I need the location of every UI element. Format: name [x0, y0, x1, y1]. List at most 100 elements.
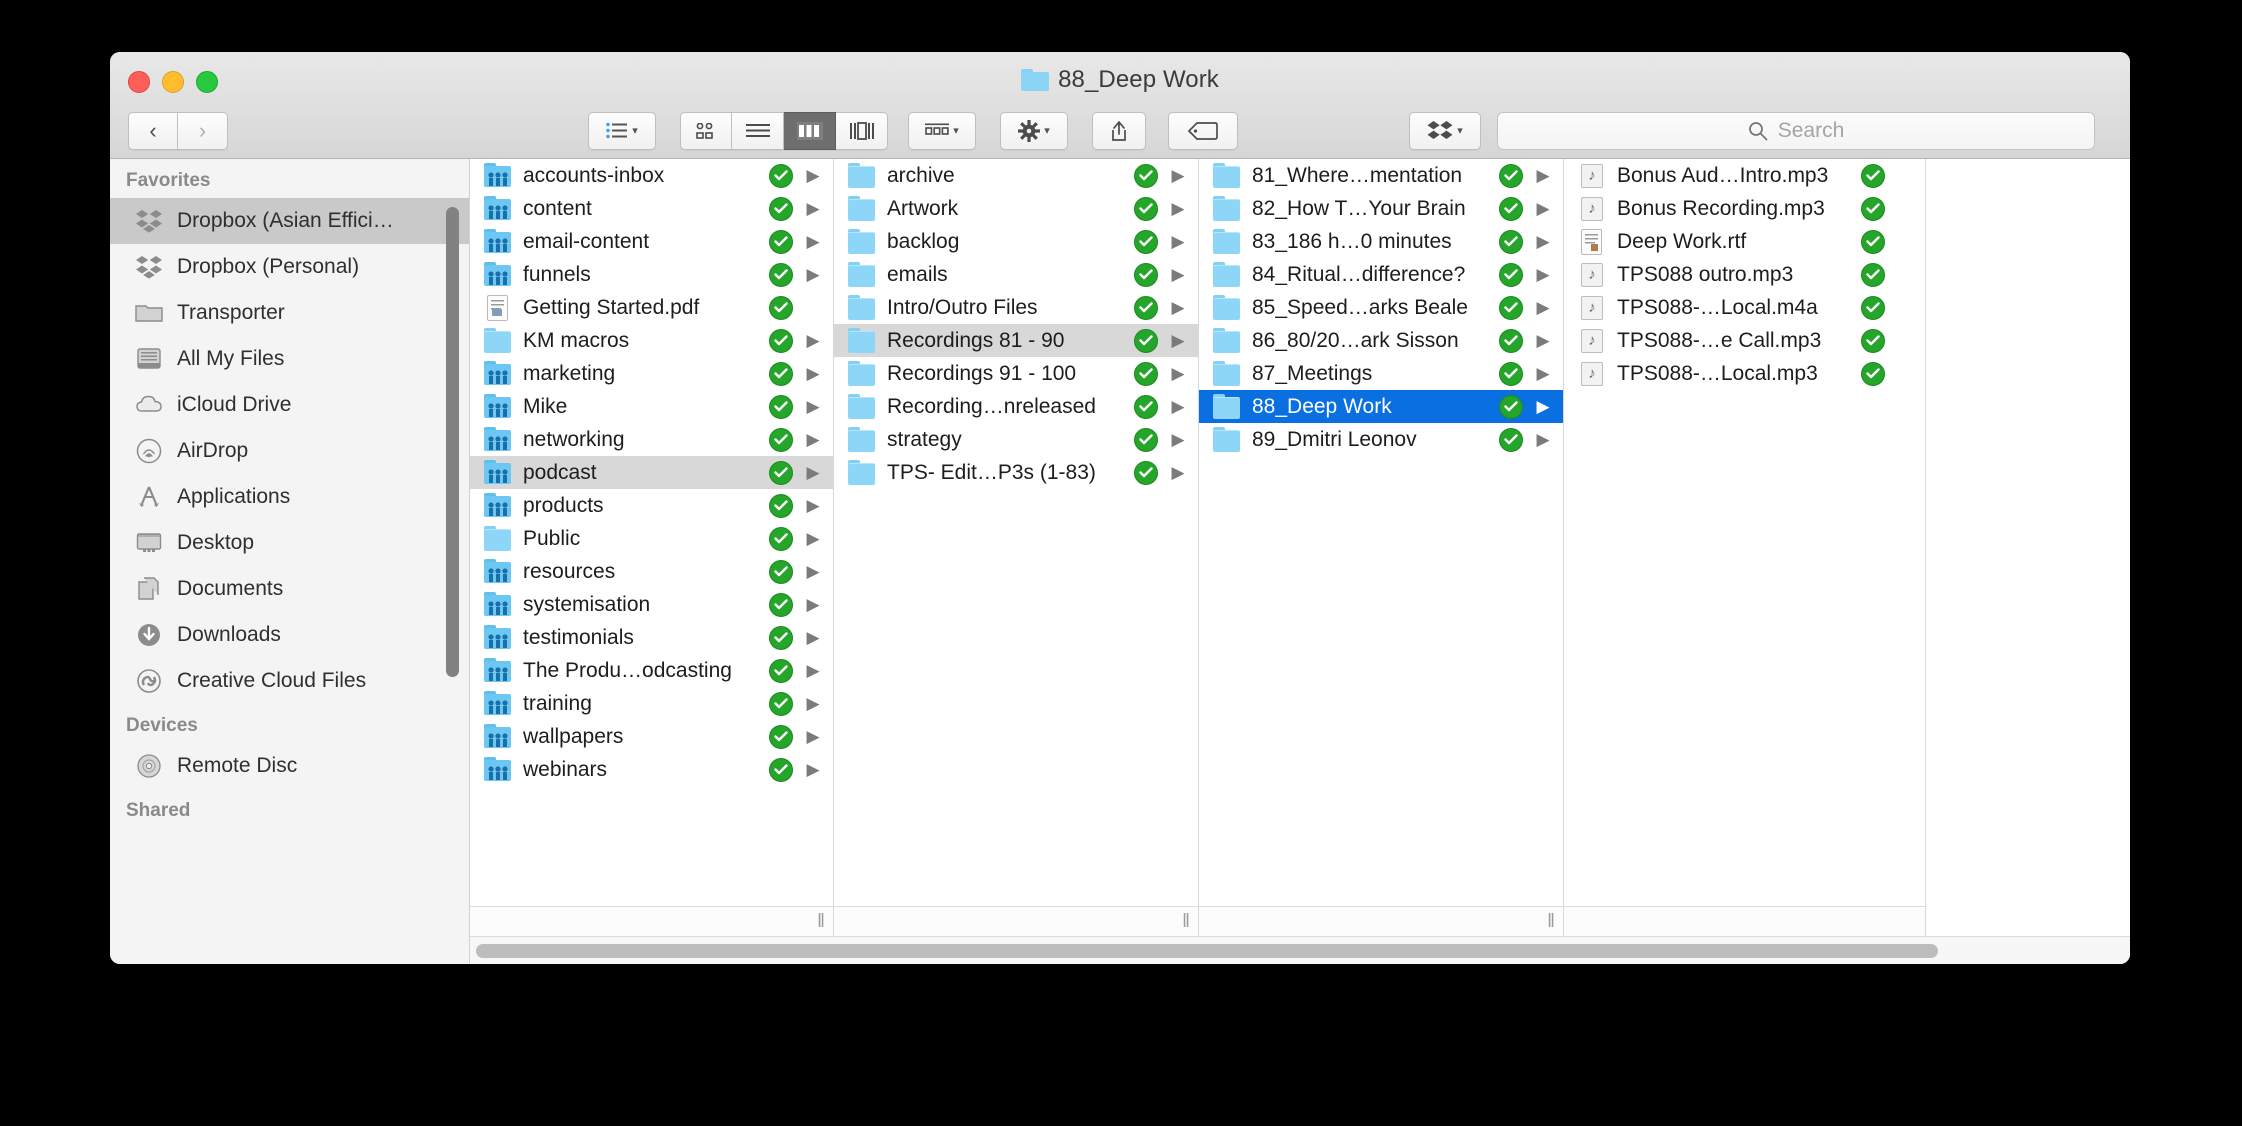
- disclosure-arrow-icon[interactable]: ▶: [1168, 431, 1188, 448]
- sidebar-item-applications[interactable]: Applications: [110, 474, 469, 520]
- file-row[interactable]: ♪ TPS088-…e Call.mp3: [1564, 324, 1925, 357]
- disclosure-arrow-icon[interactable]: ▶: [1533, 233, 1553, 250]
- sidebar-item-documents[interactable]: Documents: [110, 566, 469, 612]
- sidebar-item-airdrop[interactable]: AirDrop: [110, 428, 469, 474]
- file-row[interactable]: accounts-inbox ▶: [470, 159, 833, 192]
- file-row[interactable]: Recordings 81 - 90 ▶: [834, 324, 1198, 357]
- disclosure-arrow-icon[interactable]: ▶: [803, 563, 823, 580]
- file-row[interactable]: KM macros ▶: [470, 324, 833, 357]
- gallery-view-button[interactable]: [836, 111, 888, 150]
- disclosure-arrow-icon[interactable]: ▶: [803, 497, 823, 514]
- file-row[interactable]: webinars ▶: [470, 753, 833, 786]
- disclosure-arrow-icon[interactable]: ▶: [1533, 332, 1553, 349]
- disclosure-arrow-icon[interactable]: ▶: [803, 233, 823, 250]
- disclosure-arrow-icon[interactable]: ▶: [1168, 398, 1188, 415]
- file-row[interactable]: Deep Work.rtf: [1564, 225, 1925, 258]
- file-row[interactable]: podcast ▶: [470, 456, 833, 489]
- list-view-button[interactable]: [732, 111, 784, 150]
- disclosure-arrow-icon[interactable]: ▶: [803, 431, 823, 448]
- file-row[interactable]: wallpapers ▶: [470, 720, 833, 753]
- disclosure-arrow-icon[interactable]: ▶: [1168, 299, 1188, 316]
- disclosure-arrow-icon[interactable]: ▶: [1533, 200, 1553, 217]
- file-row[interactable]: TPS- Edit…P3s (1-83) ▶: [834, 456, 1198, 489]
- file-row[interactable]: backlog ▶: [834, 225, 1198, 258]
- disclosure-arrow-icon[interactable]: ▶: [1168, 266, 1188, 283]
- disclosure-arrow-icon[interactable]: ▶: [803, 530, 823, 547]
- file-row[interactable]: 83_186 h…0 minutes ▶: [1199, 225, 1563, 258]
- disclosure-arrow-icon[interactable]: ▶: [803, 365, 823, 382]
- file-row[interactable]: 81_Where…mentation ▶: [1199, 159, 1563, 192]
- back-button[interactable]: ‹: [128, 111, 178, 150]
- disclosure-arrow-icon[interactable]: ▶: [803, 728, 823, 745]
- search-field[interactable]: Search: [1497, 111, 2095, 150]
- disclosure-arrow-icon[interactable]: ▶: [1533, 365, 1553, 382]
- disclosure-arrow-icon[interactable]: ▶: [803, 398, 823, 415]
- disclosure-arrow-icon[interactable]: ▶: [1533, 299, 1553, 316]
- disclosure-arrow-icon[interactable]: ▶: [803, 596, 823, 613]
- file-row[interactable]: ♪ TPS088-…Local.mp3: [1564, 357, 1925, 390]
- disclosure-arrow-icon[interactable]: ▶: [1168, 167, 1188, 184]
- sidebar-item-transporter[interactable]: Transporter: [110, 290, 469, 336]
- file-row[interactable]: Recordings 91 - 100 ▶: [834, 357, 1198, 390]
- file-row[interactable]: 89_Dmitri Leonov ▶: [1199, 423, 1563, 456]
- file-row[interactable]: Intro/Outro Files ▶: [834, 291, 1198, 324]
- dropbox-button[interactable]: ▾: [1409, 111, 1481, 150]
- disclosure-arrow-icon[interactable]: ▶: [1168, 464, 1188, 481]
- disclosure-arrow-icon[interactable]: ▶: [803, 695, 823, 712]
- disclosure-arrow-icon[interactable]: ▶: [803, 167, 823, 184]
- sidebar-item-dropbox-personal[interactable]: Dropbox (Personal): [110, 244, 469, 290]
- file-row[interactable]: 84_Ritual…difference? ▶: [1199, 258, 1563, 291]
- file-row[interactable]: The Produ…odcasting ▶: [470, 654, 833, 687]
- file-row[interactable]: 87_Meetings ▶: [1199, 357, 1563, 390]
- file-row[interactable]: 85_Speed…arks Beale ▶: [1199, 291, 1563, 324]
- file-row[interactable]: networking ▶: [470, 423, 833, 456]
- sidebar-scrollbar[interactable]: [446, 207, 459, 677]
- column-view-button[interactable]: [784, 111, 836, 150]
- file-row[interactable]: testimonials ▶: [470, 621, 833, 654]
- sidebar-item-icloud-drive[interactable]: iCloud Drive: [110, 382, 469, 428]
- horizontal-scrollbar-thumb[interactable]: [476, 943, 1938, 958]
- disclosure-arrow-icon[interactable]: ▶: [1168, 332, 1188, 349]
- icon-view-button[interactable]: [680, 111, 732, 150]
- disclosure-arrow-icon[interactable]: ▶: [803, 464, 823, 481]
- disclosure-arrow-icon[interactable]: ▶: [1533, 431, 1553, 448]
- file-row[interactable]: strategy ▶: [834, 423, 1198, 456]
- file-row[interactable]: ♪ Bonus Aud…Intro.mp3: [1564, 159, 1925, 192]
- column-resize-handle[interactable]: ‖: [817, 912, 829, 931]
- disclosure-arrow-icon[interactable]: ▶: [1168, 365, 1188, 382]
- file-row[interactable]: systemisation ▶: [470, 588, 833, 621]
- file-row[interactable]: ♪ Bonus Recording.mp3: [1564, 192, 1925, 225]
- disclosure-arrow-icon[interactable]: ▶: [803, 200, 823, 217]
- file-row[interactable]: ♪ TPS088-…Local.m4a: [1564, 291, 1925, 324]
- file-row[interactable]: Recording…nreleased ▶: [834, 390, 1198, 423]
- file-row[interactable]: 86_80/20…ark Sisson ▶: [1199, 324, 1563, 357]
- horizontal-scrollbar[interactable]: [470, 936, 2130, 964]
- disclosure-arrow-icon[interactable]: ▶: [1533, 167, 1553, 184]
- file-row[interactable]: Getting Started.pdf: [470, 291, 833, 324]
- file-row[interactable]: emails ▶: [834, 258, 1198, 291]
- disclosure-arrow-icon[interactable]: ▶: [1168, 200, 1188, 217]
- file-row[interactable]: marketing ▶: [470, 357, 833, 390]
- disclosure-arrow-icon[interactable]: ▶: [803, 332, 823, 349]
- file-row[interactable]: training ▶: [470, 687, 833, 720]
- file-row[interactable]: archive ▶: [834, 159, 1198, 192]
- arrange-button[interactable]: ▾: [588, 111, 656, 150]
- file-row[interactable]: ♪ TPS088 outro.mp3: [1564, 258, 1925, 291]
- column-resize-handle[interactable]: ‖: [1547, 912, 1559, 931]
- sidebar-item-desktop[interactable]: Desktop: [110, 520, 469, 566]
- file-row[interactable]: 88_Deep Work ▶: [1199, 390, 1563, 423]
- file-row[interactable]: products ▶: [470, 489, 833, 522]
- tag-button[interactable]: [1168, 111, 1238, 150]
- sidebar-item-downloads[interactable]: Downloads: [110, 612, 469, 658]
- file-row[interactable]: content ▶: [470, 192, 833, 225]
- disclosure-arrow-icon[interactable]: ▶: [1533, 266, 1553, 283]
- group-button[interactable]: ▾: [908, 111, 976, 150]
- disclosure-arrow-icon[interactable]: ▶: [803, 629, 823, 646]
- sidebar-item-creative-cloud-files[interactable]: Creative Cloud Files: [110, 658, 469, 704]
- disclosure-arrow-icon[interactable]: ▶: [803, 761, 823, 778]
- disclosure-arrow-icon[interactable]: ▶: [1533, 398, 1553, 415]
- file-row[interactable]: Artwork ▶: [834, 192, 1198, 225]
- disclosure-arrow-icon[interactable]: ▶: [803, 662, 823, 679]
- sidebar-item-remote-disc[interactable]: Remote Disc: [110, 743, 469, 789]
- disclosure-arrow-icon[interactable]: ▶: [803, 266, 823, 283]
